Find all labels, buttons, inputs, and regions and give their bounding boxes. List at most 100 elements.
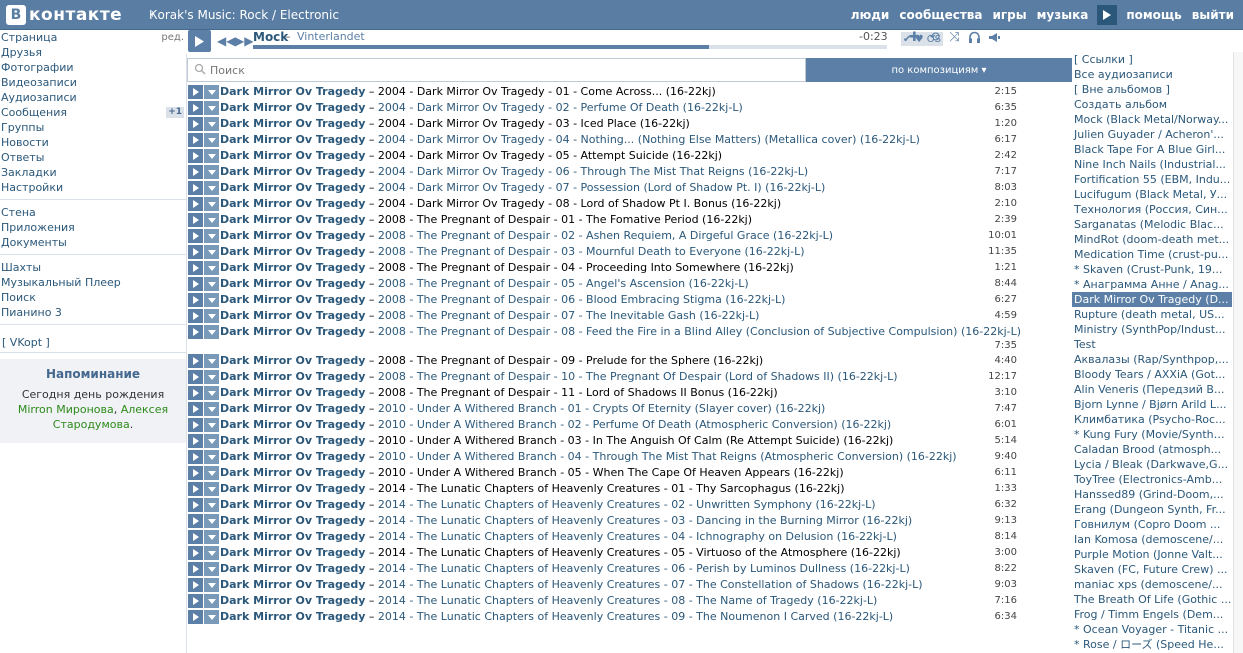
track-menu-chevron-down-icon[interactable] — [204, 562, 219, 576]
track-menu-chevron-down-icon[interactable] — [204, 530, 219, 544]
track-row[interactable]: Dark Mirror Ov Tragedy – 2008 - The Preg… — [187, 308, 1021, 324]
track-menu-chevron-down-icon[interactable] — [204, 197, 219, 211]
track-row[interactable]: Dark Mirror Ov Tragedy – 2014 - The Luna… — [187, 545, 1021, 561]
track-title[interactable]: 2014 - The Lunatic Chapters of Heavenly … — [378, 546, 901, 559]
track-menu-chevron-down-icon[interactable] — [204, 546, 219, 560]
album-item[interactable]: Julien Guyader / Acheron'... — [1072, 127, 1232, 142]
album-item[interactable]: MindRot (doom-death met... — [1072, 232, 1232, 247]
track-menu-chevron-down-icon[interactable] — [204, 514, 219, 528]
sidebar-item-page[interactable]: Страница ред. — [0, 30, 186, 45]
track-title[interactable]: 2014 - The Lunatic Chapters of Heavenly … — [378, 610, 893, 623]
track-row[interactable]: Dark Mirror Ov Tragedy – 2004 - Dark Mir… — [187, 100, 1021, 116]
track-artist[interactable]: Dark Mirror Ov Tragedy — [220, 133, 365, 146]
track-menu-chevron-down-icon[interactable] — [204, 402, 219, 416]
repeat-icon[interactable]: ⟲ — [927, 30, 942, 45]
album-item[interactable]: Технология (Россия, Син... — [1072, 202, 1232, 217]
track-menu-chevron-down-icon[interactable] — [204, 386, 219, 400]
track-title[interactable]: 2008 - The Pregnant of Despair - 05 - An… — [378, 277, 749, 290]
track-title[interactable]: 2014 - The Lunatic Chapters of Heavenly … — [378, 530, 897, 543]
track-title[interactable]: 2004 - Dark Mirror Ov Tragedy - 02 - Per… — [378, 101, 743, 114]
sidebar-item-messages[interactable]: Сообщения +1 — [0, 105, 186, 120]
sidebar-item-piano[interactable]: Пианино 3 — [0, 305, 186, 320]
track-menu-chevron-down-icon[interactable] — [204, 325, 219, 339]
track-title[interactable]: 2008 - The Pregnant of Despair - 06 - Bl… — [378, 293, 786, 306]
vkopt-link[interactable]: [ VKopt ] — [0, 333, 186, 353]
track-row[interactable]: Dark Mirror Ov Tragedy – 2008 - The Preg… — [187, 212, 1021, 228]
track-menu-chevron-down-icon[interactable] — [204, 370, 219, 384]
sidebar-item-bookmarks[interactable]: Закладки — [0, 165, 186, 180]
album-item[interactable]: maniac xps (demoscene/... — [1072, 577, 1232, 592]
album-item[interactable]: Medication Time (crust-pu... — [1072, 247, 1232, 262]
track-artist[interactable]: Dark Mirror Ov Tragedy — [220, 530, 365, 543]
track-play-icon[interactable] — [188, 418, 203, 432]
track-play-icon[interactable] — [188, 261, 203, 275]
page-scrollbar[interactable] — [1233, 52, 1243, 653]
track-artist[interactable]: Dark Mirror Ov Tragedy — [220, 245, 365, 258]
album-item[interactable]: Климбатика (Psycho-Roc... — [1072, 412, 1232, 427]
track-title[interactable]: 2008 - The Pregnant of Despair - 02 - As… — [378, 229, 833, 242]
track-artist[interactable]: Dark Mirror Ov Tragedy — [220, 466, 365, 479]
nav-help[interactable]: помощь — [1121, 8, 1186, 22]
track-title[interactable]: 2004 - Dark Mirror Ov Tragedy - 06 - Thr… — [378, 165, 808, 178]
track-artist[interactable]: Dark Mirror Ov Tragedy — [220, 354, 365, 367]
track-play-icon[interactable] — [188, 514, 203, 528]
add-icon[interactable]: ✚ — [907, 30, 922, 45]
track-menu-chevron-down-icon[interactable] — [204, 610, 219, 624]
track-row[interactable]: Dark Mirror Ov Tragedy – 2014 - The Luna… — [187, 481, 1021, 497]
track-row[interactable]: Dark Mirror Ov Tragedy – 2004 - Dark Mir… — [187, 180, 1021, 196]
track-artist[interactable]: Dark Mirror Ov Tragedy — [220, 325, 365, 338]
album-item[interactable]: Dark Mirror Ov Tragedy (D... — [1072, 292, 1232, 307]
vk-logo[interactable]: B контакте — [6, 5, 122, 25]
track-artist[interactable]: Dark Mirror Ov Tragedy — [220, 293, 365, 306]
track-row[interactable]: Dark Mirror Ov Tragedy – 2008 - The Preg… — [187, 324, 1021, 353]
track-row[interactable]: Dark Mirror Ov Tragedy – 2008 - The Preg… — [187, 353, 1021, 369]
album-item[interactable]: Purple Motion (Jonne Valt... — [1072, 547, 1232, 562]
headphones-icon[interactable] — [967, 30, 982, 45]
track-title[interactable]: 2010 - Under A Withered Branch - 01 - Cr… — [378, 402, 825, 415]
track-menu-chevron-down-icon[interactable] — [204, 482, 219, 496]
album-item[interactable]: Test — [1072, 337, 1232, 352]
track-play-icon[interactable] — [188, 370, 203, 384]
track-title[interactable]: 2014 - The Lunatic Chapters of Heavenly … — [378, 498, 876, 511]
track-row[interactable]: Dark Mirror Ov Tragedy – 2004 - Dark Mir… — [187, 132, 1021, 148]
sidebar-edit-link[interactable]: ред. — [161, 30, 184, 45]
album-item[interactable]: [ Ссылки ] — [1072, 52, 1232, 67]
track-artist[interactable]: Dark Mirror Ov Tragedy — [220, 514, 365, 527]
track-menu-chevron-down-icon[interactable] — [204, 293, 219, 307]
progress-bar[interactable] — [253, 45, 887, 49]
track-artist[interactable]: Dark Mirror Ov Tragedy — [220, 213, 365, 226]
track-title[interactable]: 2014 - The Lunatic Chapters of Heavenly … — [378, 482, 845, 495]
album-item[interactable]: Sarganatas (Melodic Blac... — [1072, 217, 1232, 232]
track-play-icon[interactable] — [188, 309, 203, 323]
track-artist[interactable]: Dark Mirror Ov Tragedy — [220, 562, 365, 575]
sidebar-item-wall[interactable]: Стена — [0, 205, 186, 220]
sort-dropdown[interactable]: по композициям ▾ — [806, 58, 1072, 82]
track-play-icon[interactable] — [188, 293, 203, 307]
track-row[interactable]: Dark Mirror Ov Tragedy – 2004 - Dark Mir… — [187, 164, 1021, 180]
track-row[interactable]: Dark Mirror Ov Tragedy – 2014 - The Luna… — [187, 609, 1021, 625]
track-menu-chevron-down-icon[interactable] — [204, 418, 219, 432]
album-item[interactable]: Fortification 55 (EBM, Indu... — [1072, 172, 1232, 187]
track-row[interactable]: Dark Mirror Ov Tragedy – 2014 - The Luna… — [187, 593, 1021, 609]
album-item[interactable]: The Breath Of Life (Gothic ... — [1072, 592, 1232, 607]
track-play-icon[interactable] — [188, 498, 203, 512]
track-row[interactable]: Dark Mirror Ov Tragedy – 2010 - Under A … — [187, 401, 1021, 417]
track-row[interactable]: Dark Mirror Ov Tragedy – 2004 - Dark Mir… — [187, 196, 1021, 212]
player-artist[interactable]: Mock — [253, 30, 288, 44]
album-item[interactable]: ToyTree (Electronics-Amb... — [1072, 472, 1232, 487]
album-item[interactable]: Bloody Tears / AXXiA (Got... — [1072, 367, 1232, 382]
track-menu-chevron-down-icon[interactable] — [204, 213, 219, 227]
track-play-icon[interactable] — [188, 562, 203, 576]
track-title[interactable]: 2008 - The Pregnant of Despair - 11 - Lo… — [378, 386, 778, 399]
track-row[interactable]: Dark Mirror Ov Tragedy – 2014 - The Luna… — [187, 513, 1021, 529]
album-item[interactable]: Lycia / Bleak (Darkwave,G... — [1072, 457, 1232, 472]
track-title[interactable]: 2010 - Under A Withered Branch - 03 - In… — [378, 434, 893, 447]
track-menu-chevron-down-icon[interactable] — [204, 309, 219, 323]
track-row[interactable]: Dark Mirror Ov Tragedy – 2008 - The Preg… — [187, 228, 1021, 244]
album-item[interactable]: Alin Veneris (Передзий В... — [1072, 382, 1232, 397]
track-play-icon[interactable] — [188, 594, 203, 608]
track-menu-chevron-down-icon[interactable] — [204, 354, 219, 368]
track-artist[interactable]: Dark Mirror Ov Tragedy — [220, 498, 365, 511]
track-title[interactable]: 2008 - The Pregnant of Despair - 08 - Fe… — [378, 325, 1021, 338]
track-artist[interactable]: Dark Mirror Ov Tragedy — [220, 610, 365, 623]
